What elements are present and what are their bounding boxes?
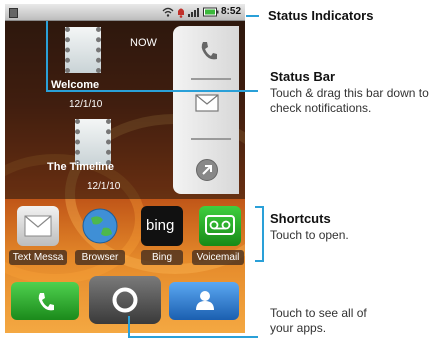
shortcut-label: Voicemail (192, 250, 244, 265)
callout-line (128, 316, 130, 338)
shortcut-label: Bing (141, 250, 183, 265)
dock-phone-button[interactable] (11, 282, 79, 320)
widget-now-label: NOW (130, 37, 157, 49)
app-tray-button[interactable] (89, 276, 161, 324)
callout-line (255, 260, 263, 262)
divider (191, 138, 231, 140)
annotation-status-bar-title: Status Bar (270, 69, 336, 84)
wifi-icon (162, 7, 174, 17)
shortcut-label: Browser (75, 250, 125, 265)
callout-line (46, 90, 258, 92)
widget-item-title: The Timeline (47, 161, 115, 173)
divider (191, 78, 231, 80)
video-thumbnail-icon (65, 27, 101, 73)
phone-icon (38, 293, 54, 311)
mail-icon[interactable] (195, 94, 219, 112)
callout-line (128, 336, 258, 338)
battery-icon (203, 7, 219, 17)
contacts-icon (196, 291, 214, 310)
quick-contact-panel (173, 26, 239, 194)
annotation-status-indicators: Status Indicators (268, 8, 374, 23)
widget-item-date: 12/1/10 (87, 181, 121, 192)
annotation-apps-body: Touch to see all of your apps. (270, 306, 367, 335)
callout-line (46, 21, 48, 91)
annotation-shortcuts-body: Touch to open. (270, 228, 349, 242)
arrow-link-icon[interactable] (195, 158, 219, 182)
bing-logo-text: bing (146, 217, 175, 234)
annotation-status-bar-body: Touch & drag this bar down to check noti… (270, 86, 429, 115)
notification-icon (9, 8, 18, 18)
phone-screen: 8:52 NOW Welcome 12/1/10 The Timeline 12… (5, 4, 245, 333)
phone-icon[interactable] (199, 40, 217, 62)
app-tray-icon (112, 287, 138, 313)
ringer-icon (178, 8, 184, 18)
message-icon[interactable] (17, 206, 59, 246)
status-bar[interactable]: 8:52 (5, 4, 245, 21)
callout-line (262, 206, 264, 262)
widget-item-date: 12/1/10 (69, 99, 103, 110)
globe-icon[interactable] (79, 206, 121, 246)
annotation-shortcuts-title: Shortcuts (270, 211, 331, 226)
video-thumbnail-icon (75, 119, 111, 165)
voicemail-icon[interactable] (199, 206, 241, 246)
shortcut-label: Text Messa (9, 250, 67, 265)
callout-line (246, 15, 259, 17)
status-time: 8:52 (221, 6, 242, 17)
dock-contacts-button[interactable] (169, 282, 239, 320)
signal-icon (188, 8, 199, 17)
bing-icon[interactable]: bing (141, 206, 183, 246)
